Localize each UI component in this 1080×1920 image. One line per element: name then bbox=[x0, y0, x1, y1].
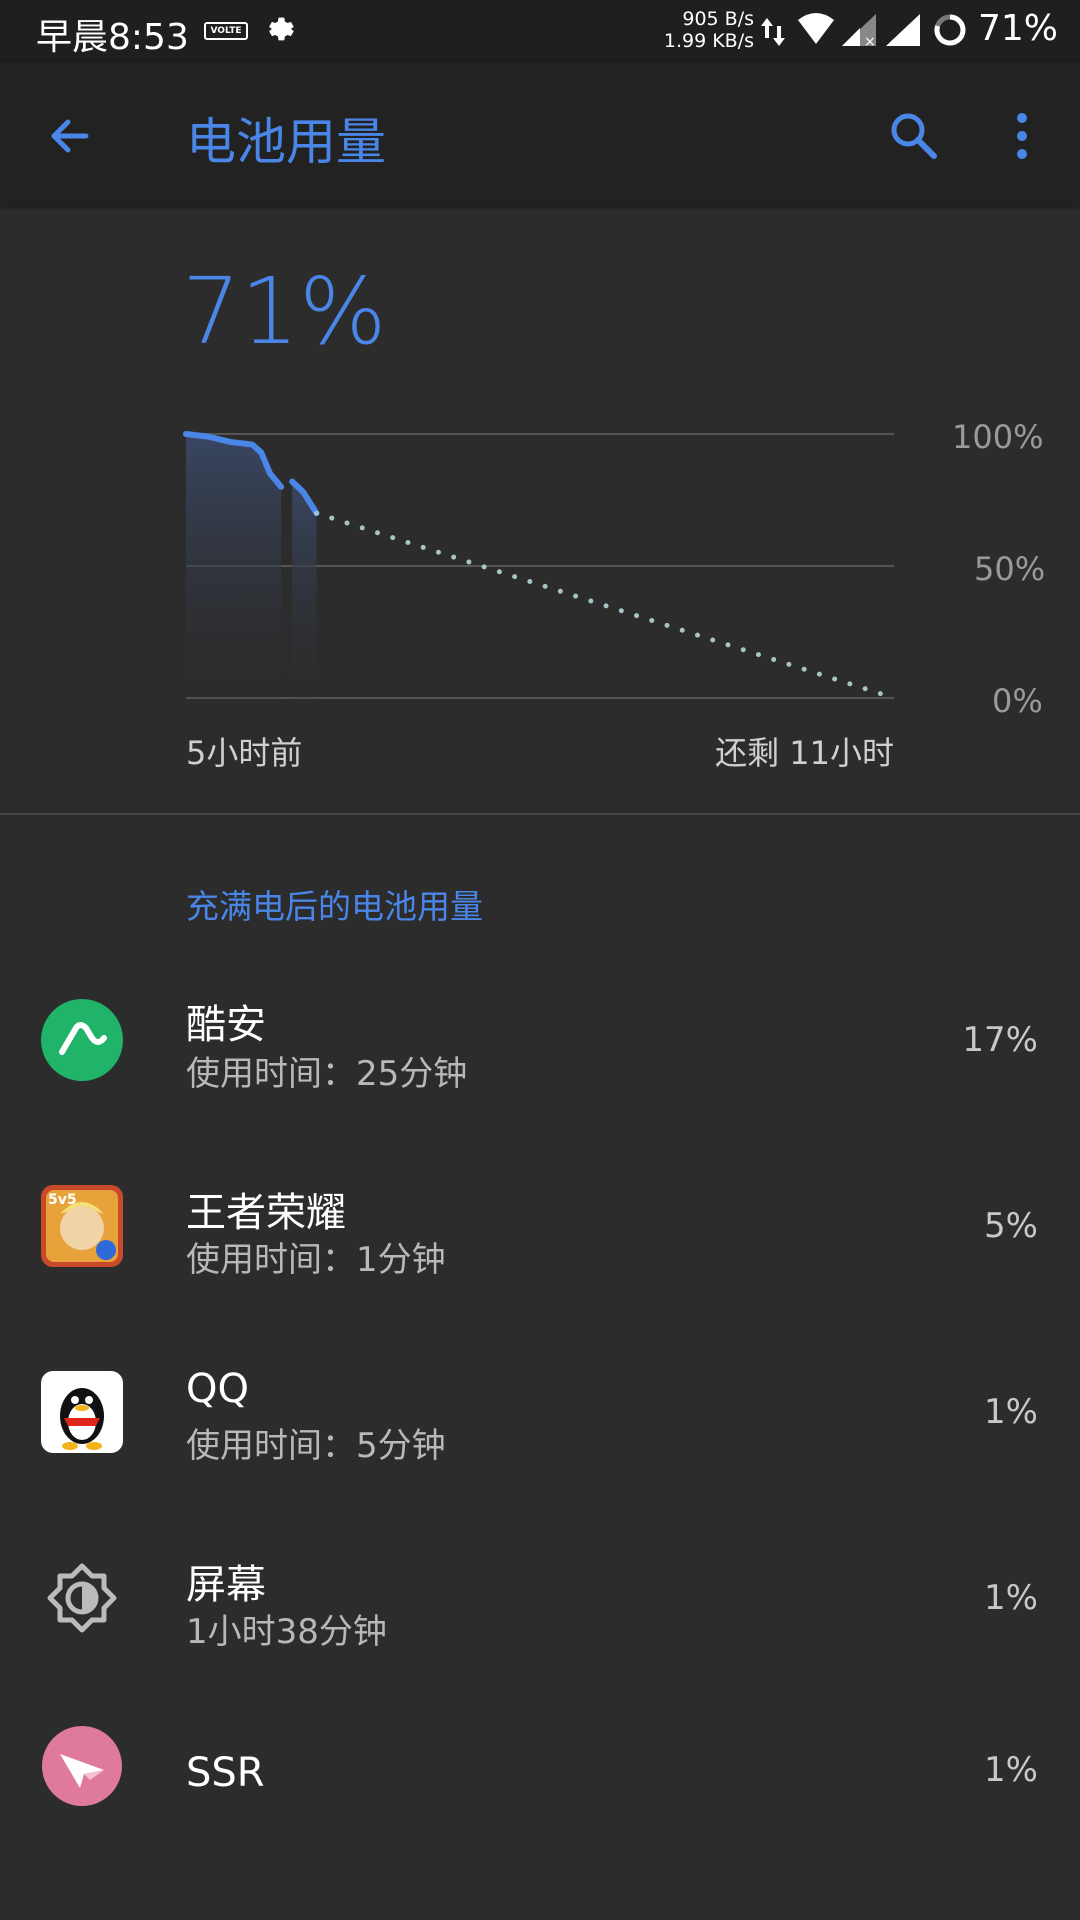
usage-app-name: QQ bbox=[186, 1366, 249, 1412]
usage-time: 使用时间：1分钟 bbox=[186, 1240, 446, 1280]
projection-line bbox=[314, 510, 897, 701]
y-tick-label: 0% bbox=[992, 682, 1043, 720]
usage-percent: 1% bbox=[984, 1392, 1038, 1432]
y-tick-label: 100% bbox=[952, 418, 1044, 456]
series-area bbox=[292, 481, 317, 698]
x-start-label: 5小时前 bbox=[186, 734, 303, 772]
y-tick-label: 50% bbox=[974, 550, 1046, 588]
usage-item-honor-of-kings[interactable]: 5v5 王者荣耀 使用时间：1分钟 5% bbox=[0, 1132, 1080, 1318]
x-end-label: 还剩 11小时 bbox=[715, 734, 894, 772]
usage-app-name: 酷安 bbox=[186, 1002, 266, 1048]
usage-app-name: SSR bbox=[186, 1750, 265, 1796]
section-title: 充满电后的电池用量 bbox=[186, 887, 483, 926]
usage-time: 使用时间：25分钟 bbox=[186, 1054, 468, 1094]
section-divider bbox=[0, 813, 1080, 815]
honor-of-kings-icon: 5v5 bbox=[41, 1185, 123, 1267]
usage-percent: 17% bbox=[962, 1020, 1038, 1060]
coolapk-icon bbox=[41, 999, 123, 1081]
usage-time: 使用时间：5分钟 bbox=[186, 1426, 446, 1466]
usage-app-name: 屏幕 bbox=[186, 1562, 266, 1608]
usage-item-qq[interactable]: QQ 使用时间：5分钟 1% bbox=[0, 1318, 1080, 1504]
usage-percent: 5% bbox=[984, 1206, 1038, 1246]
svg-text:5v5: 5v5 bbox=[48, 1192, 77, 1208]
battery-usage-chart bbox=[183, 431, 897, 701]
brightness-icon bbox=[47, 1563, 117, 1633]
paper-plane-icon bbox=[42, 1726, 122, 1806]
usage-app-name: 王者荣耀 bbox=[186, 1190, 346, 1236]
qq-penguin-icon bbox=[41, 1371, 123, 1453]
usage-item-ssr[interactable]: SSR 1% bbox=[0, 1690, 1080, 1876]
usage-item-coolapk[interactable]: 酷安 使用时间：25分钟 17% bbox=[0, 946, 1080, 1132]
usage-item-screen[interactable]: 屏幕 1小时38分钟 1% bbox=[0, 1504, 1080, 1690]
usage-percent: 1% bbox=[984, 1578, 1038, 1618]
usage-time: 1小时38分钟 bbox=[186, 1612, 387, 1652]
usage-percent: 1% bbox=[984, 1750, 1038, 1790]
